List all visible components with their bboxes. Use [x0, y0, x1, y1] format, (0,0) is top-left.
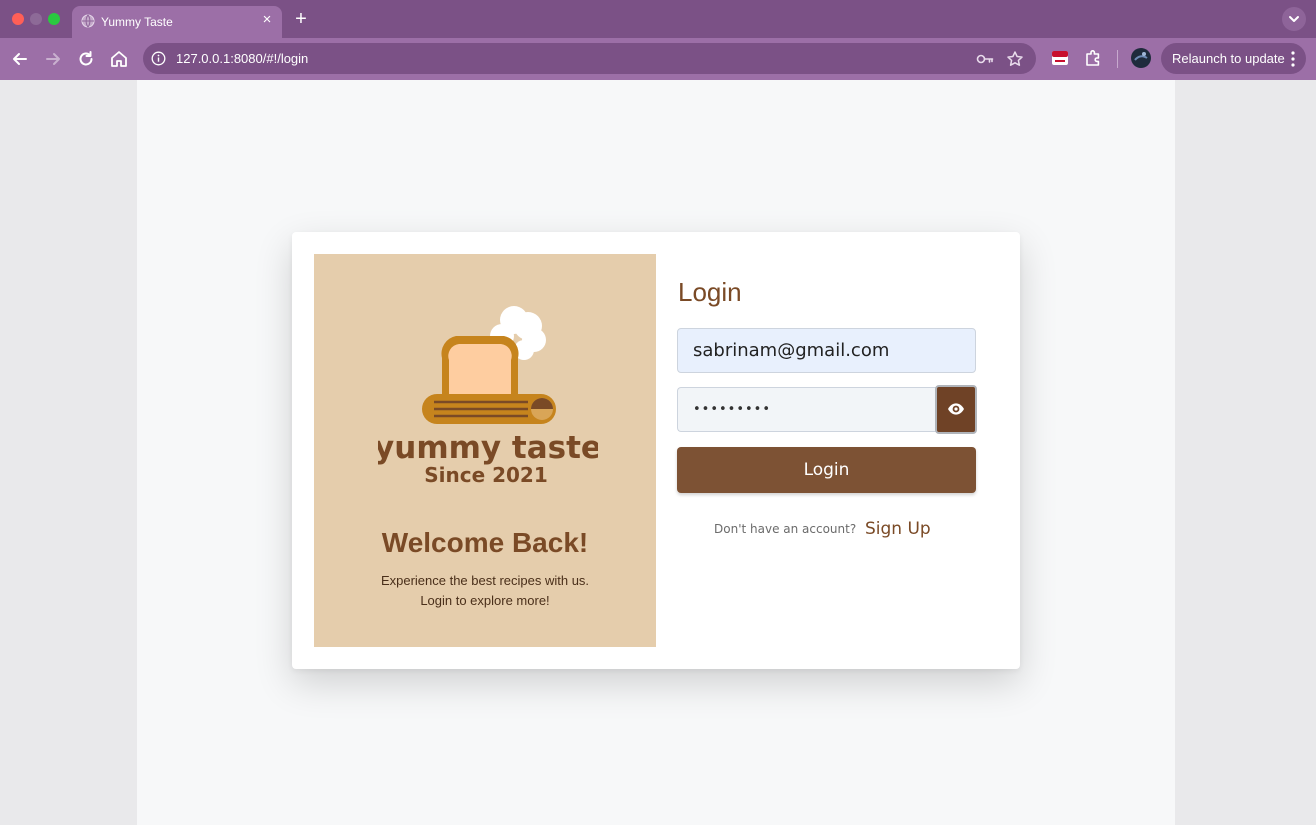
- login-title: Login: [678, 277, 742, 307]
- avatar-icon[interactable]: [1131, 48, 1151, 68]
- browser-tab-bar: Yummy Taste × +: [0, 0, 1316, 38]
- arrow-left-icon[interactable]: [9, 48, 31, 70]
- no-account-text: Don't have an account?: [714, 522, 857, 536]
- logo-since: Since 2021: [424, 463, 548, 487]
- address-url: 127.0.0.1:8080/#!/login: [176, 51, 309, 66]
- tagline-line-2: Login to explore more!: [420, 593, 550, 608]
- tab-title: Yummy Taste: [101, 15, 173, 29]
- yummy-taste-logo: yummy taste Since 2021: [378, 306, 598, 487]
- browser-tab-active[interactable]: Yummy Taste ×: [72, 6, 282, 38]
- tab-close-icon[interactable]: ×: [259, 11, 275, 29]
- relaunch-label: Relaunch to update: [1172, 51, 1285, 66]
- tagline-line-1: Experience the best recipes with us.: [380, 573, 590, 588]
- relaunch-button[interactable]: Relaunch to update: [1161, 43, 1306, 74]
- new-tab-button[interactable]: +: [290, 8, 312, 30]
- window-minimize-button[interactable]: [30, 13, 42, 25]
- password-input[interactable]: [677, 387, 936, 432]
- globe-icon: [81, 14, 95, 28]
- brand-panel: yummy taste Since 2021 Welcome Back! Exp…: [314, 254, 656, 647]
- star-icon[interactable]: [1005, 49, 1025, 69]
- key-icon[interactable]: [975, 49, 995, 69]
- login-card: yummy taste Since 2021 Welcome Back! Exp…: [292, 232, 1020, 669]
- arrow-right-icon[interactable]: [42, 48, 64, 70]
- email-input[interactable]: [677, 328, 976, 373]
- window-close-button[interactable]: [12, 13, 24, 25]
- toolbar-separator: [1117, 50, 1118, 68]
- browser-toolbar: 127.0.0.1:8080/#!/login Relaunch to upda…: [0, 38, 1316, 80]
- chevron-down-icon: [1289, 16, 1299, 22]
- login-button[interactable]: Login: [677, 447, 976, 493]
- reload-icon[interactable]: [75, 48, 97, 70]
- sign-up-link[interactable]: Sign Up: [865, 519, 931, 539]
- puzzle-icon[interactable]: [1083, 48, 1103, 68]
- eye-icon: [948, 403, 964, 415]
- vertical-dots-icon: [1291, 51, 1295, 67]
- window-zoom-button[interactable]: [48, 13, 60, 25]
- home-icon[interactable]: [108, 48, 130, 70]
- pdf-extension-icon[interactable]: [1050, 48, 1070, 68]
- tab-search-button[interactable]: [1282, 7, 1306, 31]
- logo-wordmark: yummy taste: [378, 430, 598, 466]
- show-password-button[interactable]: [935, 385, 977, 434]
- address-bar[interactable]: 127.0.0.1:8080/#!/login: [143, 43, 1036, 74]
- info-icon[interactable]: [151, 51, 166, 66]
- welcome-heading: Welcome Back!: [381, 527, 589, 558]
